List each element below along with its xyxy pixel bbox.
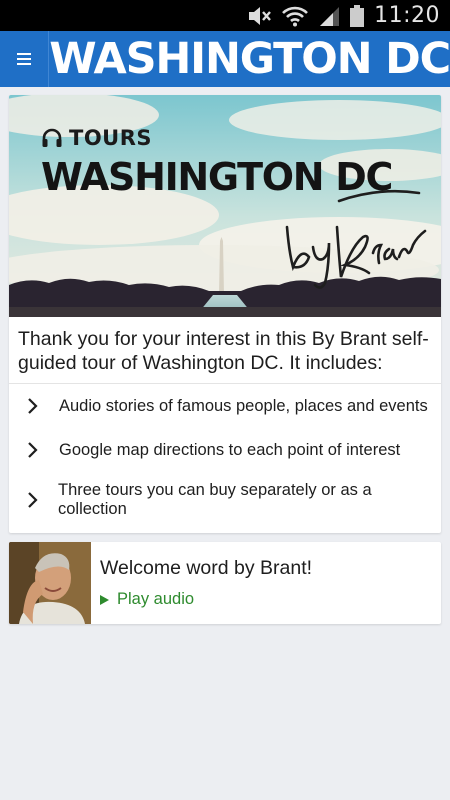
play-audio-label: Play audio — [117, 590, 195, 608]
status-clock: 11:20 — [374, 3, 440, 28]
wifi-icon — [282, 5, 309, 27]
tour-info-card: TOURS WASHINGTON DC Thank you for your i… — [9, 95, 441, 533]
tours-label: TOURS — [69, 126, 153, 150]
headphones-icon — [42, 128, 62, 147]
welcome-audio-card[interactable]: Welcome word by Brant! Play audio — [9, 542, 441, 624]
tours-badge: TOURS — [41, 126, 152, 150]
feature-label: Audio stories of famous people, places a… — [59, 396, 428, 415]
play-audio-button[interactable]: Play audio — [100, 590, 312, 609]
hero-banner: TOURS WASHINGTON DC — [9, 95, 441, 317]
feature-label: Google map directions to each point of i… — [59, 440, 401, 459]
intro-text: Thank you for your interest in this By B… — [9, 317, 441, 384]
signal-icon — [318, 5, 340, 27]
brant-signature-logo — [285, 189, 427, 289]
brant-avatar — [9, 542, 91, 624]
list-item: Google map directions to each point of i… — [9, 428, 441, 472]
chevron-right-icon — [27, 491, 58, 509]
menu-button[interactable] — [0, 31, 50, 87]
status-bar: 11:20 — [0, 0, 450, 31]
app-bar: WASHINGTON DC — [0, 31, 450, 87]
list-item: Three tours you can buy separately or as… — [9, 472, 441, 528]
play-icon — [100, 594, 109, 605]
welcome-title: Welcome word by Brant! — [100, 557, 313, 579]
mute-icon — [246, 6, 272, 26]
hamburger-menu-icon — [17, 53, 32, 65]
feature-list: Audio stories of famous people, places a… — [9, 384, 441, 528]
list-item: Audio stories of famous people, places a… — [9, 384, 441, 428]
feature-label: Three tours you can buy separately or as… — [58, 481, 372, 518]
chevron-right-icon — [27, 397, 59, 415]
battery-icon — [350, 4, 365, 27]
app-title: WASHINGTON DC — [49, 34, 450, 84]
chevron-right-icon — [27, 441, 59, 459]
